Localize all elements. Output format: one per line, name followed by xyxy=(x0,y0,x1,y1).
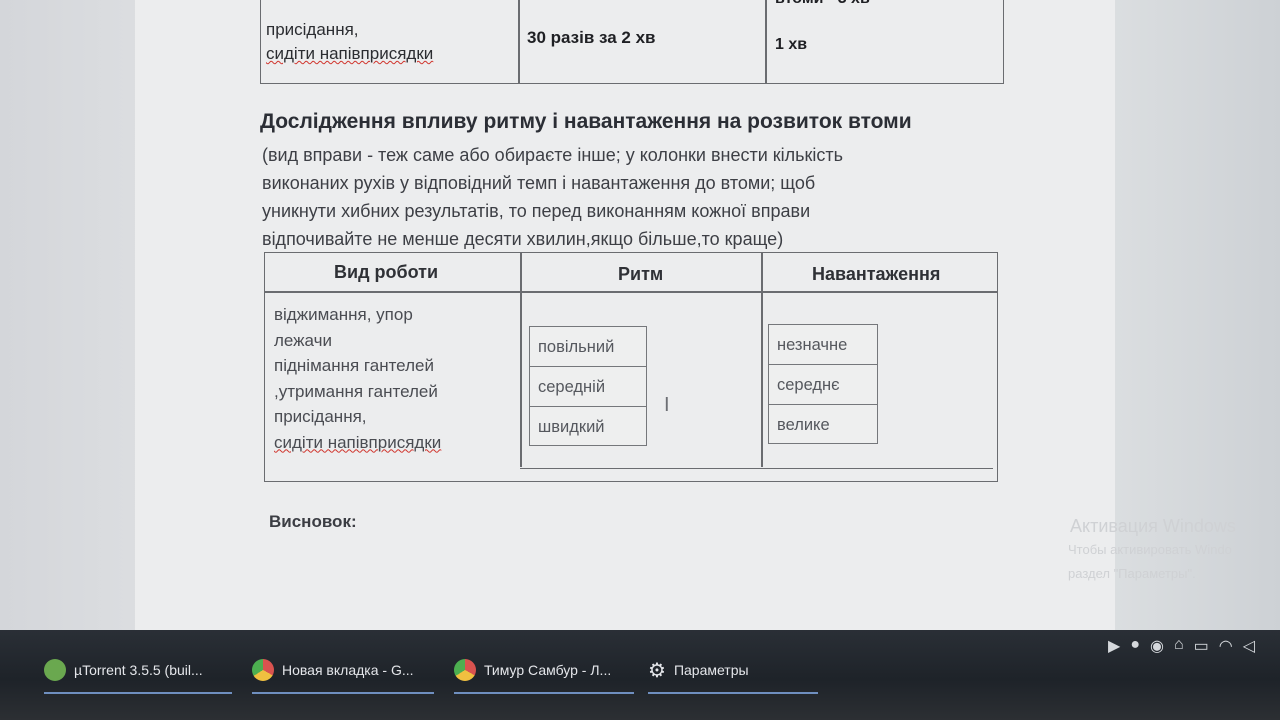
tray-app-icon[interactable]: ● xyxy=(1130,636,1140,656)
desktop-background: присідання, сидіти напівприсядки 30 разі… xyxy=(0,0,1280,655)
work-line: ,утримання гантелей xyxy=(274,381,438,401)
activation-watermark-text: раздел "Параметры". xyxy=(1068,566,1196,581)
rhythm-option-slow[interactable]: повільний xyxy=(530,327,646,367)
conclusion-label: Висновок: xyxy=(269,512,357,531)
header-rhythm: Ритм xyxy=(618,264,664,284)
chrome-icon xyxy=(454,659,476,681)
rhythm-options: повільний середній швидкий xyxy=(529,326,647,446)
taskbar-item-chrome-new-tab[interactable]: Новая вкладка - G... xyxy=(252,648,434,694)
load-option-heavy[interactable]: велике xyxy=(769,405,877,445)
previous-table-time-cell: 1 хв xyxy=(775,36,808,53)
activation-watermark-title: Активация Windows xyxy=(1070,516,1236,536)
taskbar-item-label: Параметры xyxy=(673,662,749,678)
work-type-cell[interactable]: віджимання, упор лежачи піднімання ганте… xyxy=(274,302,441,455)
utorrent-icon xyxy=(44,659,66,681)
previous-table-exercise-cell: присідання, сидіти напівприсядки xyxy=(266,18,433,66)
text-cursor-icon: I xyxy=(664,394,670,416)
activation-watermark-text: Чтобы активировать Windo xyxy=(1068,542,1232,557)
rhythm-option-fast[interactable]: швидкий xyxy=(530,407,646,447)
work-line: сидіти напівприсядки xyxy=(274,432,442,452)
system-tray: ▶ ● ◉ ⌂ ▭ ◠ ◁ xyxy=(1108,636,1255,656)
taskbar-item-settings[interactable]: ⚙ Параметры xyxy=(648,648,818,694)
work-line: піднімання гантелей xyxy=(274,356,434,375)
taskbar: µTorrent 3.5.5 (buil... Новая вкладка - … xyxy=(0,630,1280,720)
header-work-type: Вид роботи xyxy=(334,262,439,282)
previous-table-exercise-line: сидіти напівприсядки xyxy=(266,44,434,63)
load-options: незначне середнє велике xyxy=(768,324,878,444)
rhythm-option-medium[interactable]: середній xyxy=(530,367,646,407)
instruction-line: уникнути хибних результатів, то перед ви… xyxy=(262,201,811,221)
wifi-icon[interactable]: ◠ xyxy=(1219,636,1233,656)
load-option-minor[interactable]: незначне xyxy=(769,325,877,365)
header-load: Навантаження xyxy=(812,264,941,284)
work-line: лежачи xyxy=(274,330,332,350)
network-icon[interactable]: ⌂ xyxy=(1174,636,1184,656)
previous-table-time-cell: втоми - 3 хв xyxy=(775,0,870,8)
section-instructions: (вид вправи - теж саме або обираєте інше… xyxy=(262,141,982,253)
tray-app-icon[interactable]: ◉ xyxy=(1150,636,1164,656)
instruction-line: виконаних рухів у відповідний темп і нав… xyxy=(262,173,816,193)
taskbar-item-label: µTorrent 3.5.5 (buil... xyxy=(74,662,203,678)
load-option-medium[interactable]: середнє xyxy=(769,365,877,405)
instruction-line: (вид вправи - теж саме або обираєте інше… xyxy=(262,145,844,165)
battery-icon[interactable]: ▭ xyxy=(1194,636,1209,656)
gear-icon: ⚙ xyxy=(648,659,666,682)
instruction-line: відпочивайте не менше десяти хвилин,якщо… xyxy=(262,229,784,249)
play-icon[interactable]: ▶ xyxy=(1108,636,1120,656)
previous-table-exercise-line: присідання, xyxy=(266,20,359,39)
work-line: віджимання, упор xyxy=(274,305,413,324)
taskbar-item-label: Тимур Самбур - Л... xyxy=(484,662,612,678)
volume-icon[interactable]: ◁ xyxy=(1243,636,1255,656)
taskbar-item-utorrent[interactable]: µTorrent 3.5.5 (buil... xyxy=(44,648,232,694)
section-heading: Дослідження впливу ритму і навантаження … xyxy=(260,110,912,133)
work-line: присідання, xyxy=(274,407,367,426)
previous-table-count-cell: 30 разів за 2 хв xyxy=(527,28,656,47)
taskbar-item-label: Новая вкладка - G... xyxy=(282,662,414,678)
taskbar-item-chrome-active[interactable]: Тимур Самбур - Л... xyxy=(454,648,634,694)
chrome-icon xyxy=(252,659,274,681)
